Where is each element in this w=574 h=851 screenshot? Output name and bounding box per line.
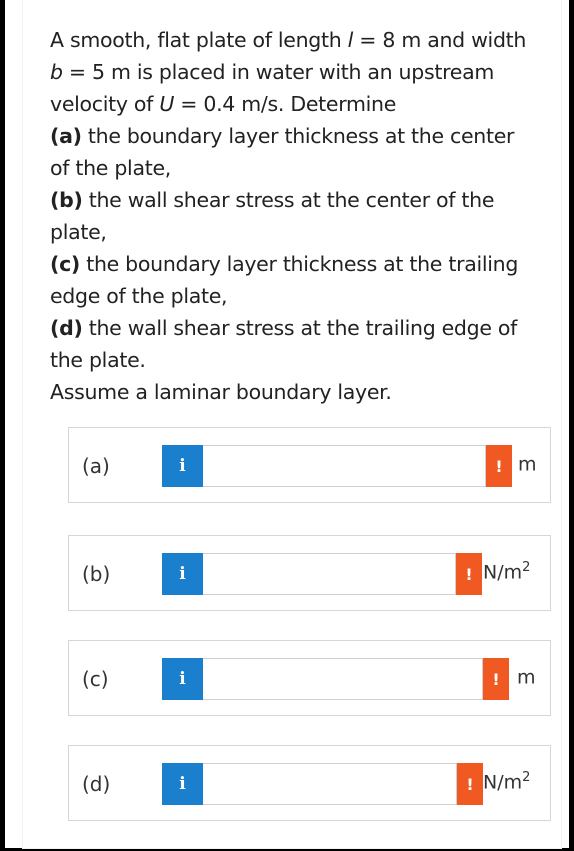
part-label: (b) [50, 188, 83, 212]
problem-text: plate, [50, 220, 107, 244]
unit-text-d: N/m [483, 771, 523, 794]
answer-label-a: (a) [82, 454, 110, 478]
info-icon[interactable]: i [162, 763, 203, 805]
answer-label-c: (c) [82, 667, 109, 691]
unit-text-c: m [517, 666, 536, 689]
problem-text: the boundary layer thickness at the cent… [81, 124, 515, 148]
problem-line: of the plate, [50, 152, 540, 184]
info-glyph: i [179, 564, 186, 584]
problem-line: (c) the boundary layer thickness at the … [50, 248, 540, 280]
warning-icon[interactable]: ! [457, 763, 483, 805]
info-icon[interactable]: i [162, 658, 203, 700]
info-icon[interactable]: i [162, 445, 203, 487]
problem-text: = 0.4 m/s. Determine [174, 92, 397, 116]
problem-text: velocity of [50, 92, 160, 116]
problem-line: velocity of U = 0.4 m/s. Determine [50, 88, 540, 120]
problem-line: (d) the wall shear stress at the trailin… [50, 312, 540, 344]
problem-statement: A smooth, flat plate of length l = 8 m a… [50, 24, 540, 408]
problem-line: Assume a laminar boundary layer. [50, 376, 540, 408]
part-label: (c) [50, 252, 80, 276]
problem-text: = 5 m is placed in water with an upstrea… [62, 60, 495, 84]
problem-line: (a) the boundary layer thickness at the … [50, 120, 540, 152]
answer-label-d: (d) [82, 772, 111, 796]
problem-text: of the plate, [50, 156, 171, 180]
unit-d: N/m2 [483, 770, 530, 793]
warning-icon[interactable]: ! [456, 553, 482, 595]
math-variable: b [50, 60, 63, 84]
problem-text: the boundary layer thickness at the trai… [80, 252, 519, 276]
problem-text: = 8 m and width [353, 28, 527, 52]
warning-glyph: ! [466, 774, 474, 794]
problem-text: the wall shear stress at the center of t… [82, 188, 495, 212]
answer-input-c[interactable] [203, 658, 483, 700]
problem-text: Assume a laminar boundary layer. [50, 380, 392, 404]
math-variable: U [159, 92, 175, 116]
unit-a: m [518, 452, 537, 475]
problem-line: plate, [50, 216, 540, 248]
warning-glyph: ! [492, 669, 500, 689]
problem-text: A smooth, flat plate of length [50, 28, 348, 52]
unit-b: N/m2 [483, 560, 530, 583]
problem-line: (b) the wall shear stress at the center … [50, 184, 540, 216]
answer-row-c: (c) i ! m [68, 640, 551, 716]
answer-input-a[interactable] [203, 445, 486, 487]
answer-row-a: (a) i ! m [68, 427, 551, 503]
warning-glyph: ! [495, 456, 503, 476]
warning-glyph: ! [465, 564, 473, 584]
problem-text: edge of the plate, [50, 284, 228, 308]
answer-label-b: (b) [82, 562, 111, 586]
answer-input-d[interactable] [203, 763, 457, 805]
unit-text-b: N/m [483, 561, 523, 584]
answer-row-d: (d) i ! N/m2 [68, 745, 551, 821]
problem-page: A smooth, flat plate of length l = 8 m a… [23, 0, 561, 848]
answer-row-b: (b) i ! N/m2 [68, 535, 551, 611]
unit-exponent-d: 2 [522, 770, 531, 785]
problem-line: b = 5 m is placed in water with an upstr… [50, 56, 540, 88]
info-glyph: i [179, 669, 186, 689]
problem-text: the wall shear stress at the trailing ed… [82, 316, 518, 340]
problem-line: the plate. [50, 344, 540, 376]
unit-exponent-b: 2 [522, 560, 531, 575]
problem-line: edge of the plate, [50, 280, 540, 312]
window-frame: A smooth, flat plate of length l = 8 m a… [0, 0, 574, 851]
problem-text: the plate. [50, 348, 146, 372]
problem-line: A smooth, flat plate of length l = 8 m a… [50, 24, 540, 56]
warning-icon[interactable]: ! [483, 658, 509, 700]
info-icon[interactable]: i [162, 553, 203, 595]
info-glyph: i [179, 774, 186, 794]
part-label: (a) [50, 124, 82, 148]
answer-input-b[interactable] [203, 553, 456, 595]
info-glyph: i [179, 456, 186, 476]
warning-icon[interactable]: ! [486, 445, 512, 487]
unit-c: m [517, 665, 536, 688]
unit-text-a: m [518, 453, 537, 476]
part-label: (d) [50, 316, 83, 340]
